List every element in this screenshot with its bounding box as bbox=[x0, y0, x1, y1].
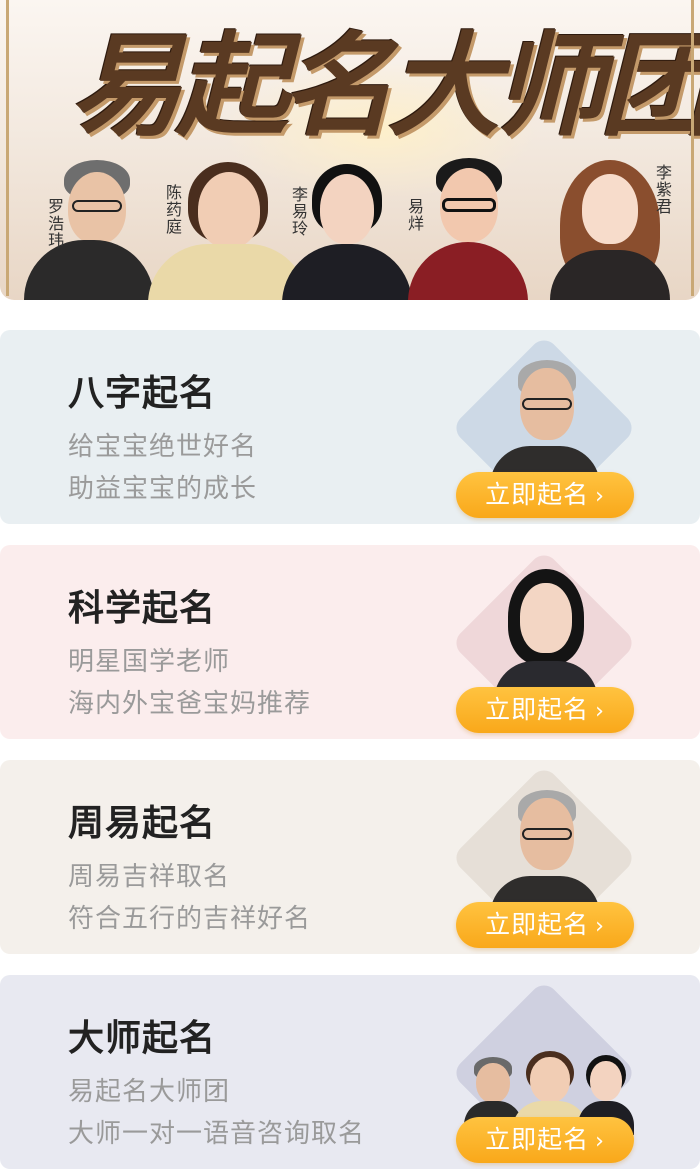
cta-label: 立即起名 bbox=[485, 695, 590, 724]
name-now-button[interactable]: 立即起名 › bbox=[456, 902, 634, 948]
chevron-right-icon: › bbox=[595, 484, 605, 509]
naming-card-zhouyi[interactable]: 周易起名 周易吉祥取名 符合五行的吉祥好名 立即起名 › bbox=[0, 760, 700, 954]
masters-banner[interactable]: 易起名大师团 罗浩玮 陈药庭 李易玲 易烊 李紫君 bbox=[0, 0, 700, 300]
card-subtitle-1: 易起名大师团 bbox=[68, 1077, 231, 1107]
name-now-button[interactable]: 立即起名 › bbox=[456, 1117, 634, 1163]
card-subtitle-2: 大师一对一语音咨询取名 bbox=[68, 1119, 366, 1149]
chevron-right-icon: › bbox=[595, 699, 605, 724]
naming-card-bazi[interactable]: 八字起名 给宝宝绝世好名 助益宝宝的成长 立即起名 › bbox=[0, 330, 700, 524]
card-subtitle-2: 符合五行的吉祥好名 bbox=[68, 904, 312, 934]
card-subtitle-1: 周易吉祥取名 bbox=[68, 862, 231, 892]
card-subtitle-1: 给宝宝绝世好名 bbox=[68, 432, 258, 462]
chevron-right-icon: › bbox=[595, 1129, 605, 1154]
card-subtitle-2: 海内外宝爸宝妈推荐 bbox=[68, 689, 312, 719]
cta-label: 立即起名 bbox=[485, 1125, 590, 1154]
card-title: 科学起名 bbox=[68, 588, 217, 629]
card-title: 周易起名 bbox=[68, 803, 217, 844]
master-avatar bbox=[480, 565, 610, 705]
name-now-button[interactable]: 立即起名 › bbox=[456, 687, 634, 733]
chevron-right-icon: › bbox=[595, 914, 605, 939]
name-now-button[interactable]: 立即起名 › bbox=[456, 472, 634, 518]
card-subtitle-2: 助益宝宝的成长 bbox=[68, 474, 258, 504]
master-group-avatar bbox=[464, 995, 634, 1135]
card-subtitle-1: 明星国学老师 bbox=[68, 647, 231, 677]
card-title: 八字起名 bbox=[68, 373, 217, 414]
banner-frame bbox=[6, 0, 694, 296]
naming-card-master[interactable]: 大师起名 易起名大师团 大师一对一语音咨询取名 立即起名 › bbox=[0, 975, 700, 1169]
cta-label: 立即起名 bbox=[485, 910, 590, 939]
cta-label: 立即起名 bbox=[485, 480, 590, 509]
master-avatar bbox=[480, 780, 610, 920]
card-title: 大师起名 bbox=[68, 1018, 217, 1059]
master-avatar bbox=[480, 350, 610, 490]
naming-card-science[interactable]: 科学起名 明星国学老师 海内外宝爸宝妈推荐 立即起名 › bbox=[0, 545, 700, 739]
